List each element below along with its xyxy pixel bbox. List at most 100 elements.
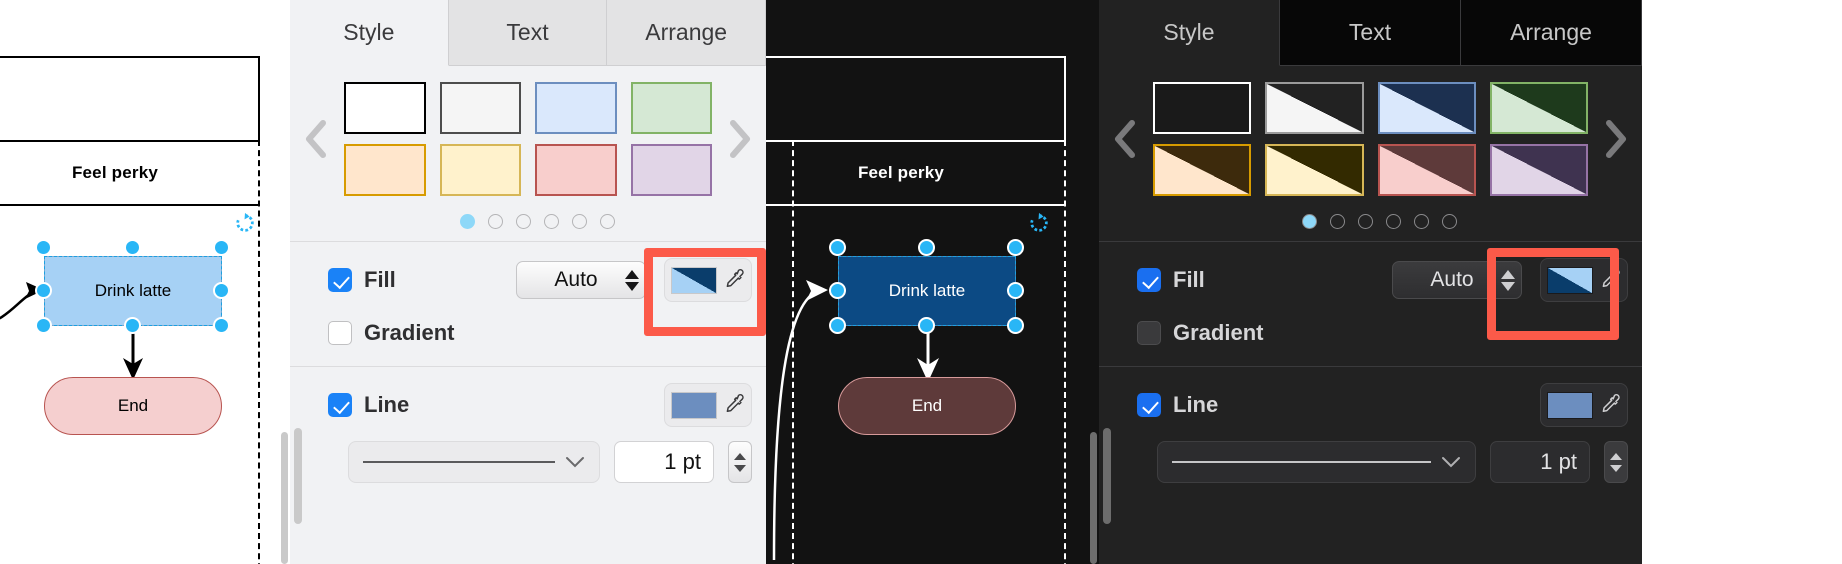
gallery-page-dot-3[interactable] xyxy=(515,214,531,229)
style-swatch[interactable] xyxy=(439,82,521,134)
style-swatch[interactable] xyxy=(1265,144,1364,196)
resize-handle-nw-dark[interactable] xyxy=(829,239,846,256)
fill-mode-select-dark[interactable]: Auto xyxy=(1392,261,1522,299)
style-swatch[interactable] xyxy=(439,144,521,196)
fill-mode-stepper-icon[interactable] xyxy=(625,269,639,291)
diagram-canvas-light[interactable]: Feel perky Drink latte End xyxy=(0,0,290,564)
style-swatch[interactable] xyxy=(1377,144,1476,196)
panel-scrollbar-light[interactable] xyxy=(294,428,302,524)
tab-arrange-dark[interactable]: Arrange xyxy=(1461,0,1642,66)
eyedropper-icon[interactable] xyxy=(1597,268,1621,292)
rotate-handle-icon-light[interactable] xyxy=(234,212,256,234)
gallery-page-dot-5[interactable] xyxy=(571,214,587,229)
chevron-left-icon[interactable] xyxy=(290,117,342,161)
line-width-field-light[interactable]: 1 pt xyxy=(614,441,714,483)
resize-handle-n-dark[interactable] xyxy=(918,239,935,256)
gallery-page-dot-6[interactable] xyxy=(1442,214,1457,229)
line-style-select-light[interactable] xyxy=(348,441,600,483)
resize-handle-sw-light[interactable] xyxy=(35,317,52,334)
line-color-button-light[interactable] xyxy=(664,383,752,427)
line-width-value: 1 pt xyxy=(1540,449,1577,474)
gallery-page-dot-5[interactable] xyxy=(1414,214,1429,229)
resize-handle-s-dark[interactable] xyxy=(918,317,935,334)
chevron-right-icon[interactable] xyxy=(714,117,766,161)
resize-handle-se-light[interactable] xyxy=(213,317,230,334)
chevron-left-icon[interactable] xyxy=(1099,117,1151,161)
line-width-stepper-dark[interactable] xyxy=(1604,441,1628,483)
panel-scrollbar-dark[interactable] xyxy=(1103,428,1111,524)
fill-color-button-light[interactable] xyxy=(664,258,752,302)
resize-handle-s-light[interactable] xyxy=(124,317,141,334)
style-swatch[interactable] xyxy=(1489,82,1588,134)
gallery-page-dot-3[interactable] xyxy=(1358,214,1373,229)
tab-arrange-light[interactable]: Arrange xyxy=(607,0,766,66)
resize-handle-se-dark[interactable] xyxy=(1007,317,1024,334)
gradient-label: Gradient xyxy=(1173,320,1264,345)
resize-handle-ne-dark[interactable] xyxy=(1007,239,1024,256)
style-swatch[interactable] xyxy=(1153,144,1252,196)
gallery-page-dot-4[interactable] xyxy=(543,214,559,229)
canvas-scrollbar-dark[interactable] xyxy=(1090,432,1097,564)
tab-text-dark[interactable]: Text xyxy=(1280,0,1461,66)
style-gallery-light xyxy=(290,66,766,206)
line-checkbox-light[interactable] xyxy=(328,393,352,417)
resize-handle-nw-light[interactable] xyxy=(35,239,52,256)
gallery-page-dot-2[interactable] xyxy=(1330,214,1345,229)
resize-handle-w-dark[interactable] xyxy=(829,282,846,299)
canvas-scrollbar-light[interactable] xyxy=(281,432,288,564)
tab-text-light[interactable]: Text xyxy=(448,0,608,66)
style-swatch[interactable] xyxy=(535,82,617,134)
fill-row-light: Fill Auto xyxy=(290,258,766,302)
style-swatch[interactable] xyxy=(1153,82,1252,134)
chevron-right-icon[interactable] xyxy=(1590,117,1642,161)
line-checkbox-dark[interactable] xyxy=(1137,393,1161,417)
line-width-field-dark[interactable]: 1 pt xyxy=(1490,441,1590,483)
gallery-page-dot-1[interactable] xyxy=(1302,214,1317,229)
resize-handle-e-light[interactable] xyxy=(213,282,230,299)
eyedropper-icon[interactable] xyxy=(721,393,745,417)
gallery-page-dot-6[interactable] xyxy=(599,214,615,229)
fill-mode-select-light[interactable]: Auto xyxy=(516,261,646,299)
style-swatch[interactable] xyxy=(344,144,426,196)
tab-style-dark[interactable]: Style xyxy=(1099,0,1280,66)
resize-handle-ne-light[interactable] xyxy=(213,239,230,256)
gallery-page-dot-4[interactable] xyxy=(1386,214,1401,229)
style-swatch-grid-light xyxy=(342,82,714,196)
line-width-stepper-light[interactable] xyxy=(728,441,752,483)
line-section-dark: Line 1 pt xyxy=(1099,367,1642,497)
eyedropper-icon[interactable] xyxy=(721,268,745,292)
end-node-light[interactable]: End xyxy=(44,377,222,435)
resize-handle-w-light[interactable] xyxy=(35,282,52,299)
style-swatch[interactable] xyxy=(535,144,617,196)
style-swatch[interactable] xyxy=(630,144,712,196)
eyedropper-icon[interactable] xyxy=(1597,393,1621,417)
line-color-button-dark[interactable] xyxy=(1540,383,1628,427)
style-swatch[interactable] xyxy=(1265,82,1364,134)
fill-mode-stepper-icon[interactable] xyxy=(1501,269,1515,291)
end-node-dark[interactable]: End xyxy=(838,377,1016,435)
tab-style-label: Style xyxy=(343,19,395,45)
fill-checkbox-dark[interactable] xyxy=(1137,268,1161,292)
style-swatch[interactable] xyxy=(630,82,712,134)
gradient-checkbox-dark[interactable] xyxy=(1137,321,1161,345)
style-swatch[interactable] xyxy=(1377,82,1476,134)
style-swatch[interactable] xyxy=(344,82,426,134)
line-color-swatch xyxy=(671,391,717,419)
diagram-canvas-dark[interactable]: Feel perky Drink latte End xyxy=(766,0,1099,564)
resize-handle-e-dark[interactable] xyxy=(1007,282,1024,299)
gradient-checkbox-light[interactable] xyxy=(328,321,352,345)
chevron-down-icon xyxy=(566,457,584,468)
task-node-drink-latte-dark[interactable]: Drink latte xyxy=(838,256,1016,326)
solid-line-icon xyxy=(363,461,555,463)
gallery-page-dot-2[interactable] xyxy=(487,214,503,229)
fill-color-button-dark[interactable] xyxy=(1540,258,1628,302)
resize-handle-n-light[interactable] xyxy=(124,239,141,256)
style-swatch[interactable] xyxy=(1489,144,1588,196)
line-style-select-dark[interactable] xyxy=(1157,441,1476,483)
rotate-handle-icon-dark[interactable] xyxy=(1028,212,1050,234)
gallery-page-dot-1[interactable] xyxy=(459,214,475,229)
task-node-drink-latte-light[interactable]: Drink latte xyxy=(44,256,222,326)
resize-handle-sw-dark[interactable] xyxy=(829,317,846,334)
fill-checkbox-light[interactable] xyxy=(328,268,352,292)
tab-style-light[interactable]: Style xyxy=(290,0,449,66)
